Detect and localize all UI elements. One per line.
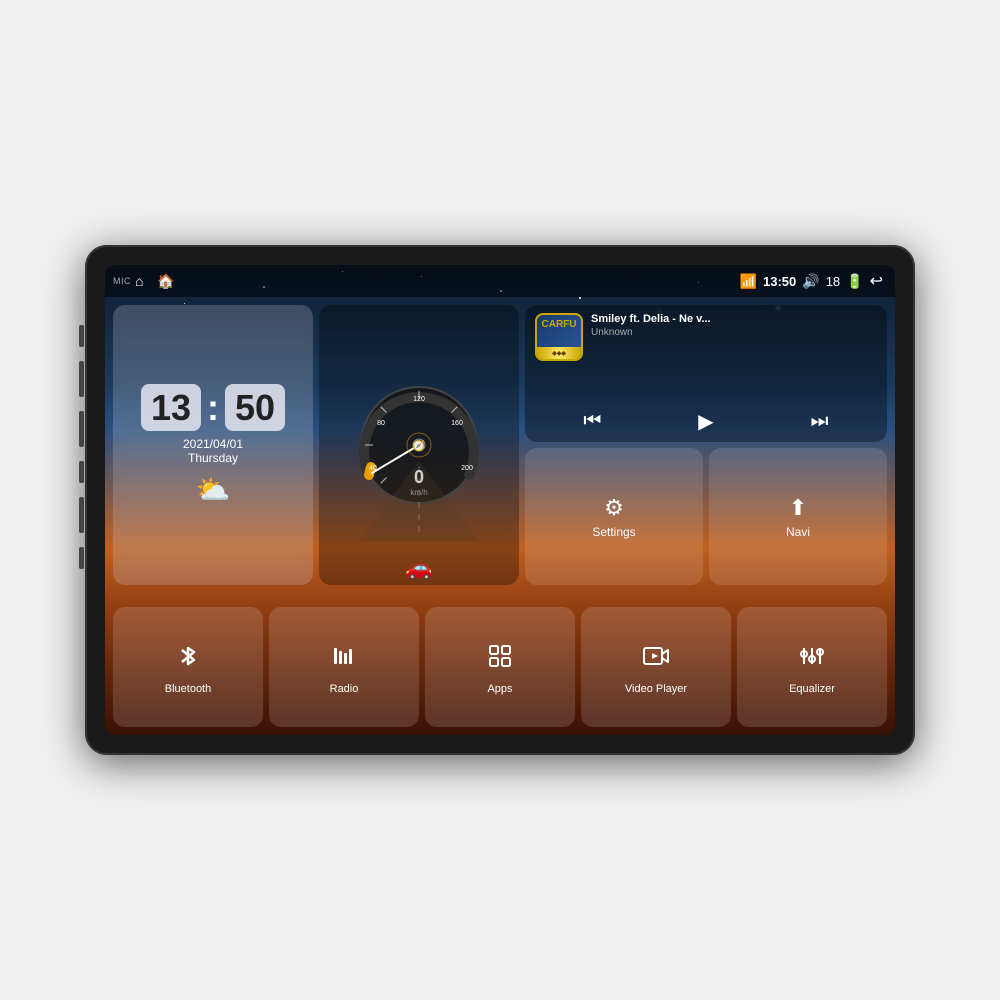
status-icons: 📶 13:50 🔊 18 🔋 ↩ — [740, 271, 883, 291]
media-widget: CARFU ◆◆◆ Smiley ft. Delia - Ne v... Unk… — [525, 305, 887, 442]
car-icon: 🚗 — [405, 555, 432, 581]
main-content: 13 : 50 2021/04/01 Thursday ⛅ — [105, 297, 895, 735]
battery-icon: 🔋 — [846, 273, 863, 290]
equalizer-icon — [798, 642, 826, 677]
svg-text:120: 120 — [413, 396, 425, 403]
screen: MIC ⌂ 🏠 📶 13:50 🔊 18 🔋 ↩ 13 : — [105, 265, 895, 735]
clock-day: Thursday — [188, 451, 238, 465]
media-top: CARFU ◆◆◆ Smiley ft. Delia - Ne v... Unk… — [535, 313, 877, 361]
dock-radio[interactable]: Radio — [269, 607, 419, 727]
next-button[interactable]: ⏭ — [811, 410, 829, 433]
side-btn-power[interactable] — [79, 361, 84, 397]
bottom-dock: Bluetooth Radio — [113, 607, 887, 727]
settings-icon: ⚙ — [604, 495, 624, 521]
house-icon: 🏠 — [157, 273, 174, 290]
settings-label: Settings — [592, 525, 635, 539]
media-title: Smiley ft. Delia - Ne v... — [591, 313, 877, 325]
status-time: 13:50 — [763, 274, 796, 289]
logo-ribbon: ◆◆◆ — [537, 347, 581, 359]
side-btn-vol-down[interactable] — [79, 547, 84, 569]
dock-equalizer[interactable]: Equalizer — [737, 607, 887, 727]
home-status-icon: ⌂ — [135, 273, 143, 289]
apps-icon — [486, 642, 514, 677]
clock-display: 13 : 50 — [141, 384, 285, 432]
radio-icon — [330, 642, 358, 677]
bluetooth-label: Bluetooth — [165, 683, 211, 695]
right-column: CARFU ◆◆◆ Smiley ft. Delia - Ne v... Unk… — [525, 305, 887, 585]
dock-apps[interactable]: Apps — [425, 607, 575, 727]
side-btn-1[interactable] — [79, 325, 84, 347]
media-controls: ⏮ ▶ ⏭ — [535, 409, 877, 434]
volume-level: 18 — [826, 274, 840, 289]
settings-widget[interactable]: ⚙ Settings — [525, 448, 703, 585]
back-icon[interactable]: ↩ — [870, 271, 883, 291]
carfu-logo-text: CARFU — [542, 319, 577, 330]
media-logo: CARFU ◆◆◆ — [535, 313, 583, 361]
mic-label: MIC — [113, 276, 131, 286]
side-buttons — [79, 325, 84, 569]
navi-icon: ⬆ — [789, 495, 807, 521]
prev-button[interactable]: ⏮ — [583, 410, 601, 433]
side-btn-vol-up[interactable] — [79, 497, 84, 533]
video-label: Video Player — [625, 683, 687, 695]
side-btn-home[interactable] — [79, 411, 84, 447]
play-button[interactable]: ▶ — [698, 409, 713, 434]
wifi-icon: 📶 — [740, 273, 757, 290]
side-btn-back[interactable] — [79, 461, 84, 483]
status-bar: MIC ⌂ 🏠 📶 13:50 🔊 18 🔋 ↩ — [105, 265, 895, 297]
radio-label: Radio — [330, 683, 359, 695]
dock-video[interactable]: Video Player — [581, 607, 731, 727]
bluetooth-icon — [174, 642, 202, 677]
equalizer-label: Equalizer — [789, 683, 835, 695]
weather-icon: ⛅ — [196, 473, 231, 506]
media-subtitle: Unknown — [591, 327, 877, 338]
clock-widget: 13 : 50 2021/04/01 Thursday ⛅ — [113, 305, 313, 585]
media-info: Smiley ft. Delia - Ne v... Unknown — [591, 313, 877, 338]
clock-hours: 13 — [141, 384, 201, 432]
navi-widget[interactable]: ⬆ Navi — [709, 448, 887, 585]
volume-icon: 🔊 — [802, 273, 819, 290]
apps-label: Apps — [487, 683, 512, 695]
top-widgets: 13 : 50 2021/04/01 Thursday ⛅ — [113, 305, 887, 585]
clock-date: 2021/04/01 — [183, 437, 243, 451]
navi-label: Navi — [786, 525, 810, 539]
clock-minutes: 50 — [225, 384, 285, 432]
video-icon — [642, 642, 670, 677]
car-head-unit: MIC ⌂ 🏠 📶 13:50 🔊 18 🔋 ↩ 13 : — [85, 245, 915, 755]
dock-bluetooth[interactable]: Bluetooth — [113, 607, 263, 727]
speedometer-widget: 🚗 — [319, 305, 519, 585]
